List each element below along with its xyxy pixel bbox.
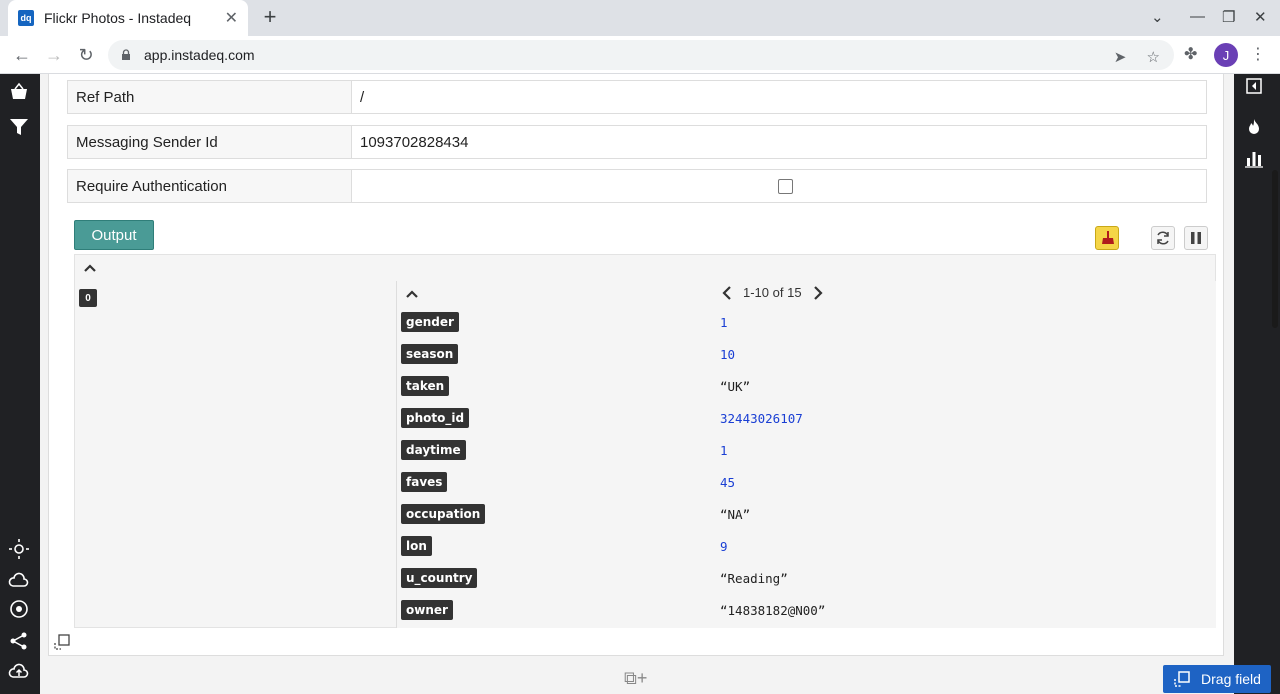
bookmark-star-icon[interactable]: ☆ [1147,49,1160,66]
forward-button[interactable]: → [43,44,65,66]
field-row: daytime 1 [401,439,728,461]
field-value: “NA” [720,506,751,522]
cloud-upload-icon[interactable] [8,660,30,682]
field-value: 1 [720,314,728,330]
drag-field-label: Drag field [1201,671,1261,687]
component-panel: Ref Path / Messaging Sender Id 109370282… [48,74,1224,656]
field-row: owner “14838182@N00” [401,599,825,621]
drag-icon [1174,671,1190,687]
prop-row-ref-path: Ref Path / [67,80,1207,114]
url-text: app.instadeq.com [144,47,255,63]
prop-row-require-auth: Require Authentication [67,169,1207,203]
field-key-badge: occupation [401,504,486,524]
chevron-left-icon[interactable] [721,285,733,300]
prop-label: Ref Path [68,81,352,113]
field-row: lon 9 [401,535,728,557]
field-row: faves 45 [401,471,735,493]
reload-button[interactable]: ↻ [75,44,97,66]
target-check-icon[interactable] [8,598,30,620]
minimize-button[interactable]: — [1190,8,1205,25]
output-button[interactable]: Output [74,220,154,250]
index-badge: 0 [79,289,97,307]
add-component-icon[interactable]: ⧉+ [624,668,647,689]
field-value: 45 [720,474,736,490]
filter-icon[interactable] [8,116,30,138]
pause-icon [1191,232,1201,244]
field-key-badge: lon [401,536,432,556]
record-viewer: 1-10 of 15 gender 1 season 10 taken “UK” photo… [396,281,1216,628]
avatar[interactable]: J [1214,43,1238,67]
send-icon[interactable]: ➤ [1114,49,1127,66]
field-key-badge: taken [401,376,450,396]
expand-panel-icon[interactable] [54,634,70,650]
drag-field-button[interactable]: Drag field [1163,665,1271,693]
field-value: 1 [720,442,728,458]
field-key-badge: owner [401,600,453,620]
close-window-button[interactable]: ✕ [1254,8,1267,26]
restore-button[interactable]: ❐ [1222,8,1235,26]
chevron-up-icon[interactable] [83,261,97,275]
fire-icon[interactable] [1245,118,1263,136]
prop-label: Require Authentication [68,170,352,202]
cloud-sync-icon[interactable] [8,570,30,592]
basket-icon[interactable] [8,80,30,102]
field-row: gender 1 [401,311,728,333]
field-row: season 10 [401,343,735,365]
back-button[interactable]: ← [11,44,33,66]
field-key-badge: faves [401,472,448,492]
refresh-icon [1157,231,1169,245]
field-key-badge: daytime [401,440,466,460]
brightness-icon[interactable] [8,538,30,560]
tab-title: Flickr Photos - Instadeq [44,10,192,26]
pager-text: 1-10 of 15 [743,285,802,300]
chevron-up-icon[interactable] [405,287,419,301]
field-value: 10 [720,346,736,362]
favicon-icon: dq [18,10,34,26]
field-value: 32443026107 [720,410,803,426]
require-auth-checkbox[interactable] [778,178,793,194]
field-key-badge: photo_id [401,408,470,428]
bar-chart-icon[interactable] [1244,148,1264,168]
field-key-badge: season [401,344,459,364]
new-tab-button[interactable]: + [258,6,282,30]
left-toolbar [0,74,40,694]
prop-label: Messaging Sender Id [68,126,352,158]
collapse-panel-icon[interactable] [1246,78,1262,94]
prop-row-messaging-sender-id: Messaging Sender Id 1093702828434 [67,125,1207,159]
field-row: photo_id 32443026107 [401,407,803,429]
field-row: u_country “Reading” [401,567,788,589]
right-toolbar [1234,74,1280,694]
sender-id-input[interactable]: 1093702828434 [352,126,1206,158]
tab-search-icon[interactable]: ⌄ [1151,8,1164,26]
output-viewer: 0 1-10 of 15 gender 1 season 10 taken “UK” pho… [74,254,1216,628]
field-value: “UK” [720,378,751,394]
ref-path-input[interactable]: / [352,81,1206,113]
page-scrollbar[interactable] [1272,170,1278,328]
browser-menu-icon[interactable]: ⋮ [1250,44,1266,64]
refresh-button[interactable] [1151,226,1175,250]
clean-output-button[interactable] [1095,226,1119,250]
broom-icon [1102,231,1114,244]
field-key-badge: gender [401,312,459,332]
chevron-right-icon[interactable] [812,285,824,300]
field-value: “Reading” [720,570,788,586]
address-bar: ← → ↻ app.instadeq.com ➤ ☆ ✤ J ⋮ [0,36,1280,74]
extensions-icon[interactable]: ✤ [1184,44,1197,64]
main-area: Ref Path / Messaging Sender Id 109370282… [40,74,1234,694]
pause-button[interactable] [1184,226,1208,250]
browser-tabbar: dq Flickr Photos - Instadeq ✕ + ⌄ — ❐ ✕ [0,0,1280,36]
field-key-badge: u_country [401,568,478,588]
share-icon[interactable] [8,630,30,652]
lock-icon [122,49,130,60]
field-value: “14838182@N00” [720,602,826,618]
pager: 1-10 of 15 [721,285,824,300]
close-tab-icon[interactable]: ✕ [225,8,238,28]
field-row: taken “UK” [401,375,750,397]
browser-tab[interactable]: dq Flickr Photos - Instadeq ✕ [8,0,248,36]
field-row: occupation “NA” [401,503,750,525]
url-bar[interactable]: app.instadeq.com ➤ ☆ [108,40,1174,70]
field-value: 9 [720,538,728,554]
